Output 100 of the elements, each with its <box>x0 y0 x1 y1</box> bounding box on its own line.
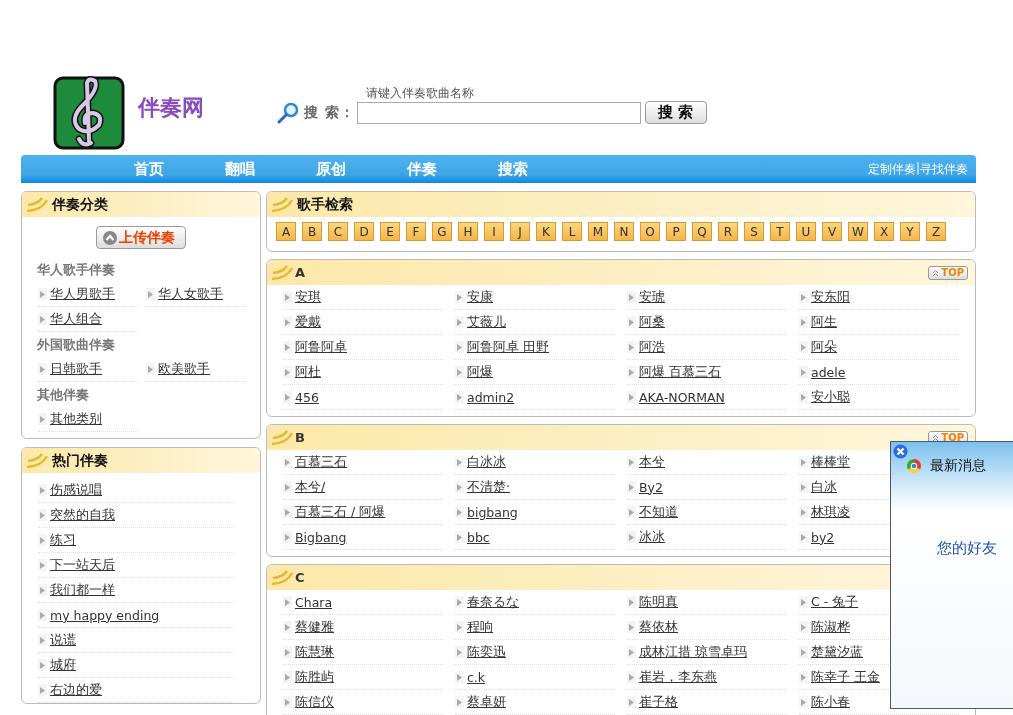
letter-button[interactable]: Y <box>900 222 920 241</box>
singer-link[interactable]: 阿朵 <box>811 338 837 356</box>
letter-button[interactable]: M <box>588 222 608 241</box>
song-link[interactable]: 右边的爱 <box>50 681 102 699</box>
singer-link[interactable]: 安康 <box>467 288 493 306</box>
song-link[interactable]: 练习 <box>50 531 76 549</box>
song-link[interactable]: 伤感说唱 <box>50 481 102 499</box>
singer-link[interactable]: c.k <box>467 669 486 685</box>
singer-link[interactable]: 阿生 <box>811 313 837 331</box>
singer-link[interactable]: 成林江措 琼雪卓玛 <box>639 643 747 661</box>
song-link[interactable]: 下一站天后 <box>50 556 115 574</box>
singer-link[interactable]: By2 <box>639 479 663 495</box>
letter-button[interactable]: S <box>744 222 764 241</box>
singer-link[interactable]: 楚黛汐蓝 <box>811 643 863 661</box>
letter-button[interactable]: W <box>848 222 868 241</box>
letter-button[interactable]: T <box>770 222 790 241</box>
letter-button[interactable]: G <box>432 222 452 241</box>
singer-link[interactable]: 安小聪 <box>811 388 850 406</box>
singer-link[interactable]: 蔡健雅 <box>295 618 334 636</box>
singer-link[interactable]: 阿鲁阿卓 田野 <box>467 338 549 356</box>
category-link[interactable]: 华人女歌手 <box>158 285 223 303</box>
singer-link[interactable]: bbc <box>467 529 490 545</box>
singer-link[interactable]: 陈胜屿 <box>295 668 334 686</box>
category-link[interactable]: 华人组合 <box>50 310 102 328</box>
category-link[interactable]: 日韩歌手 <box>50 360 102 378</box>
singer-link[interactable]: 456 <box>295 389 319 405</box>
category-link[interactable]: 华人男歌手 <box>50 285 115 303</box>
letter-button[interactable]: H <box>458 222 478 241</box>
singer-link[interactable]: 阿鲁阿卓 <box>295 338 347 356</box>
letter-button[interactable]: K <box>536 222 556 241</box>
singer-link[interactable]: admin2 <box>467 389 515 405</box>
close-icon[interactable] <box>893 444 908 459</box>
singer-link[interactable]: Bigbang <box>295 529 347 545</box>
letter-button[interactable]: V <box>822 222 842 241</box>
singer-link[interactable]: 安琪 <box>295 288 321 306</box>
letter-button[interactable]: Q <box>692 222 712 241</box>
letter-button[interactable]: A <box>276 222 296 241</box>
singer-link[interactable]: 百慕三石 / 阿爆 <box>295 503 386 521</box>
category-link[interactable]: 欧美歌手 <box>158 360 210 378</box>
song-link[interactable]: 突然的自我 <box>50 506 115 524</box>
search-field[interactable] <box>356 101 641 124</box>
singer-link[interactable]: 陈明真 <box>639 593 678 611</box>
letter-button[interactable]: P <box>666 222 686 241</box>
singer-link[interactable]: 阿爆 <box>467 363 493 381</box>
letter-button[interactable]: N <box>614 222 634 241</box>
letter-button[interactable]: L <box>562 222 582 241</box>
search-button[interactable]: 搜 索 <box>644 101 707 124</box>
singer-link[interactable]: 百慕三石 <box>295 453 347 471</box>
singer-link[interactable]: 安东阳 <box>811 288 850 306</box>
singer-link[interactable]: C - 兔子 <box>811 593 859 611</box>
singer-link[interactable]: Chara <box>295 594 333 610</box>
singer-link[interactable]: 陈小春 <box>811 693 850 711</box>
letter-button[interactable]: D <box>354 222 374 241</box>
category-link[interactable]: 其他类别 <box>50 410 102 428</box>
singer-link[interactable]: 阿杜 <box>295 363 321 381</box>
singer-link[interactable]: 白冰 <box>811 478 837 496</box>
singer-link[interactable]: 陈慧琳 <box>295 643 334 661</box>
singer-link[interactable]: 崔子格 <box>639 693 678 711</box>
letter-button[interactable]: J <box>510 222 530 241</box>
letter-button[interactable]: U <box>796 222 816 241</box>
song-link[interactable]: 我们都一样 <box>50 581 115 599</box>
singer-link[interactable]: 陈淑桦 <box>811 618 850 636</box>
song-link[interactable]: 说谎 <box>50 631 76 649</box>
singer-link[interactable]: 不清楚· <box>467 478 510 496</box>
singer-link[interactable]: 爱戴 <box>295 313 321 331</box>
singer-link[interactable]: 冰冰 <box>639 528 665 546</box>
letter-button[interactable]: Z <box>926 222 946 241</box>
letter-button[interactable]: O <box>640 222 660 241</box>
singer-link[interactable]: 蔡卓妍 <box>467 693 506 711</box>
singer-link[interactable]: 陈幸子 王金 <box>811 668 880 686</box>
singer-link[interactable]: 棒棒堂 <box>811 453 850 471</box>
song-link[interactable]: my happy ending <box>50 607 160 623</box>
letter-button[interactable]: R <box>718 222 738 241</box>
singer-link[interactable]: 本兮/ <box>295 478 326 496</box>
singer-link[interactable]: bigbang <box>467 504 518 520</box>
singer-link[interactable]: 陈奕迅 <box>467 643 506 661</box>
singer-link[interactable]: 本兮 <box>639 453 665 471</box>
singer-link[interactable]: 陈信仪 <box>295 693 334 711</box>
singer-link[interactable]: 阿爆 百慕三石 <box>639 363 721 381</box>
singer-link[interactable]: adele <box>811 364 846 380</box>
letter-button[interactable]: E <box>380 222 400 241</box>
singer-link[interactable]: 白冰冰 <box>467 453 506 471</box>
singer-link[interactable]: AKA-NORMAN <box>639 389 725 405</box>
song-link[interactable]: 城府 <box>50 656 76 674</box>
singer-link[interactable]: 艾薇儿 <box>467 313 506 331</box>
letter-button[interactable]: F <box>406 222 426 241</box>
singer-link[interactable]: 阿桑 <box>639 313 665 331</box>
singer-link[interactable]: 林琪凌 <box>811 503 850 521</box>
singer-link[interactable]: 崔岩，李东燕 <box>639 668 717 686</box>
singer-link[interactable]: 安琥 <box>639 288 665 306</box>
letter-button[interactable]: C <box>328 222 348 241</box>
singer-link[interactable]: 程响 <box>467 618 493 636</box>
letter-button[interactable]: X <box>874 222 894 241</box>
singer-link[interactable]: by2 <box>811 529 835 545</box>
letter-button[interactable]: I <box>484 222 504 241</box>
singer-link[interactable]: 阿浩 <box>639 338 665 356</box>
letter-button[interactable]: B <box>302 222 322 241</box>
singer-link[interactable]: 春奈るな <box>467 593 519 611</box>
singer-link[interactable]: 不知道 <box>639 503 678 521</box>
singer-link[interactable]: 蔡依林 <box>639 618 678 636</box>
